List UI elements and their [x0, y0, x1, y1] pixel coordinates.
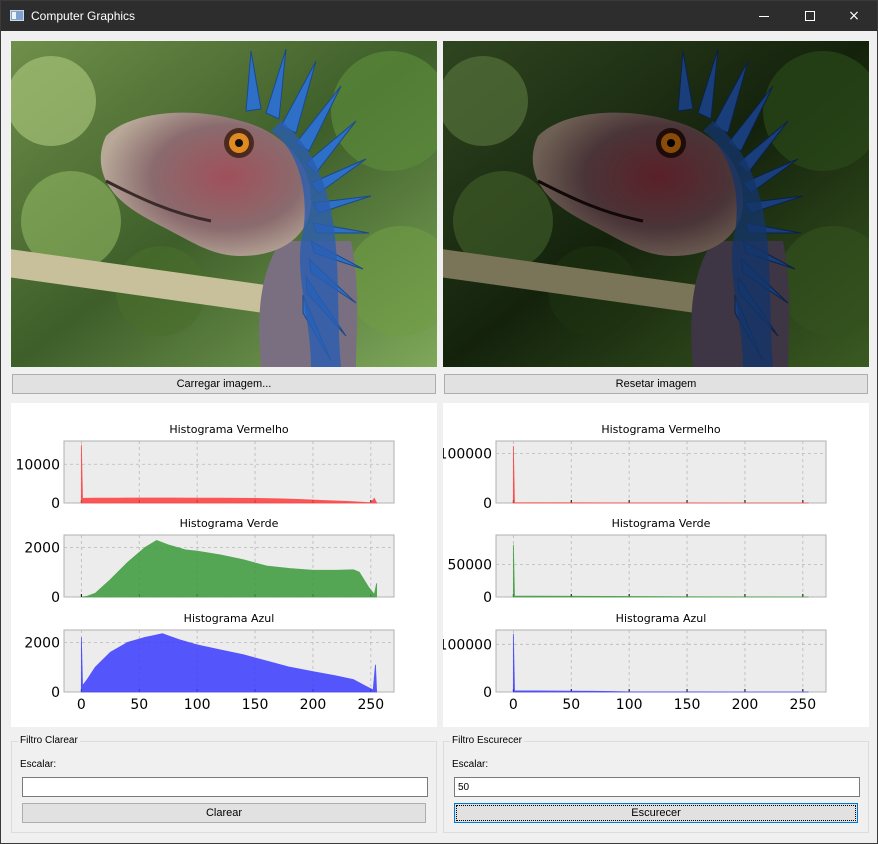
x-tick-label: 0 [509, 697, 518, 713]
clarear-scale-label: Escalar: [20, 759, 57, 770]
y-tick-label: 50000 [447, 557, 492, 573]
reset-image-button[interactable]: Resetar imagem [444, 374, 868, 394]
histogram-title: Histograma Vermelho [601, 423, 721, 436]
filter-escurecer-title: Filtro Escurecer [450, 735, 525, 746]
x-tick-label: 50 [130, 697, 148, 713]
processed-image [443, 41, 869, 367]
x-tick-label: 100 [184, 697, 211, 713]
plot-area [63, 440, 395, 504]
x-tick-label: 50 [562, 697, 580, 713]
y-tick-label: 0 [51, 685, 60, 701]
title-bar[interactable]: Computer Graphics × [1, 1, 877, 31]
maximize-button[interactable] [787, 1, 833, 31]
x-tick-label: 0 [77, 697, 86, 713]
plot-area [495, 534, 827, 598]
y-tick-label: 0 [483, 685, 492, 701]
x-tick-label: 200 [732, 697, 759, 713]
y-tick-label: 0 [483, 590, 492, 606]
y-tick-label: 0 [51, 496, 60, 512]
histogram-title: Histograma Vermelho [169, 423, 289, 436]
escurecer-scale-input[interactable]: 50 [454, 777, 860, 797]
y-tick-label: 0 [483, 496, 492, 512]
x-tick-label: 150 [674, 697, 701, 713]
x-tick-label: 200 [300, 697, 327, 713]
close-button[interactable]: × [831, 1, 877, 31]
minimize-icon [759, 15, 769, 17]
clarear-scale-input[interactable] [22, 777, 428, 797]
escurecer-scale-label: Escalar: [452, 759, 489, 770]
y-tick-label: 2000 [24, 540, 60, 556]
plot-area [495, 629, 827, 693]
minimize-button[interactable] [741, 1, 787, 31]
maximize-icon [805, 11, 815, 21]
x-tick-label: 250 [357, 697, 384, 713]
plot-area [495, 440, 827, 504]
y-tick-label: 100000 [443, 446, 492, 462]
histogram-panel-original: Histograma Vermelho 0 10000 Histograma Verd… [11, 403, 437, 727]
histogram-chart-processed: Histograma Vermelho0100000Histograma Ver… [443, 423, 827, 713]
load-image-button[interactable]: Carregar imagem... [12, 374, 436, 394]
histogram-title: Histograma Azul [184, 612, 275, 625]
x-tick-label: 250 [789, 697, 816, 713]
escurecer-button[interactable]: Escurecer [454, 803, 858, 823]
original-image-render [11, 41, 437, 367]
y-tick-label: 2000 [24, 635, 60, 651]
y-tick-label: 100000 [443, 637, 492, 653]
original-image [11, 41, 437, 367]
processed-image-render [443, 41, 869, 367]
x-tick-label: 150 [242, 697, 269, 713]
histogram-chart-original: Histograma Vermelho010000Histograma Verd… [15, 423, 395, 713]
filter-clarear-title: Filtro Clarear [18, 735, 80, 746]
window-title: Computer Graphics [31, 9, 136, 23]
y-tick-label: 10000 [15, 457, 60, 473]
y-tick-label: 0 [51, 590, 60, 606]
app-window: Computer Graphics × Carregar imagem... R… [0, 0, 878, 844]
app-icon [10, 10, 24, 21]
histogram-title: Histograma Verde [180, 517, 279, 530]
close-icon: × [848, 8, 860, 24]
histogram-title: Histograma Azul [616, 612, 707, 625]
clarear-button[interactable]: Clarear [22, 803, 426, 823]
histogram-panel-processed: Histograma Vermelho 0 100000 Histograma Ver… [443, 403, 869, 727]
x-tick-label: 100 [616, 697, 643, 713]
histogram-title: Histograma Verde [612, 517, 711, 530]
